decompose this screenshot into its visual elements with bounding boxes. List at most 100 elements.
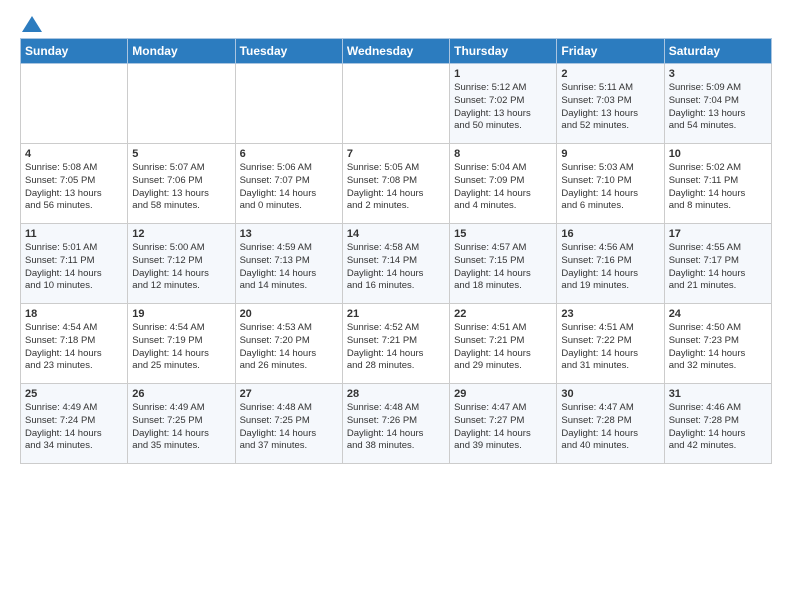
calendar-table: SundayMondayTuesdayWednesdayThursdayFrid… xyxy=(20,38,772,464)
day-number: 14 xyxy=(347,228,445,240)
day-number: 26 xyxy=(132,388,230,400)
calendar-cell: 29Sunrise: 4:47 AM Sunset: 7:27 PM Dayli… xyxy=(450,384,557,464)
day-info: Sunrise: 5:08 AM Sunset: 7:05 PM Dayligh… xyxy=(25,162,123,213)
weekday-header-row: SundayMondayTuesdayWednesdayThursdayFrid… xyxy=(21,39,772,64)
day-info: Sunrise: 4:48 AM Sunset: 7:26 PM Dayligh… xyxy=(347,402,445,453)
day-number: 25 xyxy=(25,388,123,400)
logo xyxy=(20,16,42,32)
calendar-cell: 27Sunrise: 4:48 AM Sunset: 7:25 PM Dayli… xyxy=(235,384,342,464)
calendar-cell: 8 Sunrise: 5:04 AM Sunset: 7:09 PM Daylig… xyxy=(450,144,557,224)
day-info: Sunrise: 4:51 AM Sunset: 7:21 PM Dayligh… xyxy=(454,322,552,373)
calendar-cell xyxy=(21,64,128,144)
day-info: Sunrise: 5:09 AM Sunset: 7:04 PM Dayligh… xyxy=(669,82,767,133)
calendar-week-5: 25Sunrise: 4:49 AM Sunset: 7:24 PM Dayli… xyxy=(21,384,772,464)
day-number: 24 xyxy=(669,308,767,320)
day-info: Sunrise: 5:05 AM Sunset: 7:08 PM Dayligh… xyxy=(347,162,445,213)
calendar-cell: 7 Sunrise: 5:05 AM Sunset: 7:08 PM Daylig… xyxy=(342,144,449,224)
day-number: 18 xyxy=(25,308,123,320)
calendar-cell: 26 Sunrise: 4:49 AM Sunset: 7:25 PM Dayli… xyxy=(128,384,235,464)
day-info: Sunrise: 4:57 AM Sunset: 7:15 PM Dayligh… xyxy=(454,242,552,293)
day-number: 23 xyxy=(561,308,659,320)
day-info: Sunrise: 5:01 AM Sunset: 7:11 PM Dayligh… xyxy=(25,242,123,293)
day-number: 28 xyxy=(347,388,445,400)
calendar-cell: 18 Sunrise: 4:54 AM Sunset: 7:18 PM Dayli… xyxy=(21,304,128,384)
logo-icon xyxy=(22,16,42,32)
day-number: 7 xyxy=(347,148,445,160)
day-number: 20 xyxy=(240,308,338,320)
calendar-cell: 24 Sunrise: 4:50 AM Sunset: 7:23 PM Dayli… xyxy=(664,304,771,384)
calendar-week-4: 18 Sunrise: 4:54 AM Sunset: 7:18 PM Dayli… xyxy=(21,304,772,384)
calendar-cell: 19 Sunrise: 4:54 AM Sunset: 7:19 PM Dayli… xyxy=(128,304,235,384)
day-info: Sunrise: 4:58 AM Sunset: 7:14 PM Dayligh… xyxy=(347,242,445,293)
calendar-week-3: 11 Sunrise: 5:01 AM Sunset: 7:11 PM Dayli… xyxy=(21,224,772,304)
calendar-cell: 11 Sunrise: 5:01 AM Sunset: 7:11 PM Dayli… xyxy=(21,224,128,304)
calendar-cell xyxy=(235,64,342,144)
calendar-cell: 31 Sunrise: 4:46 AM Sunset: 7:28 PM Dayli… xyxy=(664,384,771,464)
day-info: Sunrise: 4:51 AM Sunset: 7:22 PM Dayligh… xyxy=(561,322,659,373)
calendar-cell: 10 Sunrise: 5:02 AM Sunset: 7:11 PM Dayli… xyxy=(664,144,771,224)
day-number: 27 xyxy=(240,388,338,400)
calendar-cell: 5Sunrise: 5:07 AM Sunset: 7:06 PM Daylig… xyxy=(128,144,235,224)
day-info: Sunrise: 5:12 AM Sunset: 7:02 PM Dayligh… xyxy=(454,82,552,133)
day-info: Sunrise: 4:49 AM Sunset: 7:25 PM Dayligh… xyxy=(132,402,230,453)
calendar-week-1: 1 Sunrise: 5:12 AM Sunset: 7:02 PM Daylig… xyxy=(21,64,772,144)
day-info: Sunrise: 4:47 AM Sunset: 7:27 PM Dayligh… xyxy=(454,402,552,453)
day-info: Sunrise: 5:00 AM Sunset: 7:12 PM Dayligh… xyxy=(132,242,230,293)
day-info: Sunrise: 5:02 AM Sunset: 7:11 PM Dayligh… xyxy=(669,162,767,213)
calendar-cell: 9 Sunrise: 5:03 AM Sunset: 7:10 PM Daylig… xyxy=(557,144,664,224)
day-info: Sunrise: 4:50 AM Sunset: 7:23 PM Dayligh… xyxy=(669,322,767,373)
page: SundayMondayTuesdayWednesdayThursdayFrid… xyxy=(0,0,792,612)
day-number: 12 xyxy=(132,228,230,240)
day-number: 3 xyxy=(669,68,767,80)
weekday-header-wednesday: Wednesday xyxy=(342,39,449,64)
calendar-cell: 3 Sunrise: 5:09 AM Sunset: 7:04 PM Daylig… xyxy=(664,64,771,144)
calendar-cell xyxy=(128,64,235,144)
day-number: 6 xyxy=(240,148,338,160)
weekday-header-monday: Monday xyxy=(128,39,235,64)
calendar-cell: 1 Sunrise: 5:12 AM Sunset: 7:02 PM Daylig… xyxy=(450,64,557,144)
calendar-cell: 14 Sunrise: 4:58 AM Sunset: 7:14 PM Dayli… xyxy=(342,224,449,304)
day-number: 9 xyxy=(561,148,659,160)
calendar-cell: 25Sunrise: 4:49 AM Sunset: 7:24 PM Dayli… xyxy=(21,384,128,464)
day-number: 22 xyxy=(454,308,552,320)
day-number: 17 xyxy=(669,228,767,240)
weekday-header-saturday: Saturday xyxy=(664,39,771,64)
day-info: Sunrise: 4:46 AM Sunset: 7:28 PM Dayligh… xyxy=(669,402,767,453)
weekday-header-thursday: Thursday xyxy=(450,39,557,64)
day-number: 1 xyxy=(454,68,552,80)
calendar-cell: 4 Sunrise: 5:08 AM Sunset: 7:05 PM Daylig… xyxy=(21,144,128,224)
day-number: 10 xyxy=(669,148,767,160)
day-number: 19 xyxy=(132,308,230,320)
day-number: 21 xyxy=(347,308,445,320)
day-number: 30 xyxy=(561,388,659,400)
day-number: 31 xyxy=(669,388,767,400)
calendar-cell: 17 Sunrise: 4:55 AM Sunset: 7:17 PM Dayli… xyxy=(664,224,771,304)
header xyxy=(20,16,772,32)
day-number: 4 xyxy=(25,148,123,160)
day-info: Sunrise: 4:59 AM Sunset: 7:13 PM Dayligh… xyxy=(240,242,338,293)
calendar-cell: 21Sunrise: 4:52 AM Sunset: 7:21 PM Dayli… xyxy=(342,304,449,384)
calendar-cell: 12 Sunrise: 5:00 AM Sunset: 7:12 PM Dayli… xyxy=(128,224,235,304)
day-info: Sunrise: 5:03 AM Sunset: 7:10 PM Dayligh… xyxy=(561,162,659,213)
day-info: Sunrise: 5:07 AM Sunset: 7:06 PM Dayligh… xyxy=(132,162,230,213)
day-number: 8 xyxy=(454,148,552,160)
day-info: Sunrise: 4:47 AM Sunset: 7:28 PM Dayligh… xyxy=(561,402,659,453)
calendar-cell xyxy=(342,64,449,144)
day-info: Sunrise: 4:55 AM Sunset: 7:17 PM Dayligh… xyxy=(669,242,767,293)
weekday-header-sunday: Sunday xyxy=(21,39,128,64)
weekday-header-tuesday: Tuesday xyxy=(235,39,342,64)
day-info: Sunrise: 4:54 AM Sunset: 7:19 PM Dayligh… xyxy=(132,322,230,373)
calendar-cell: 16Sunrise: 4:56 AM Sunset: 7:16 PM Dayli… xyxy=(557,224,664,304)
day-number: 11 xyxy=(25,228,123,240)
day-info: Sunrise: 5:04 AM Sunset: 7:09 PM Dayligh… xyxy=(454,162,552,213)
calendar-cell: 6 Sunrise: 5:06 AM Sunset: 7:07 PM Daylig… xyxy=(235,144,342,224)
calendar-cell: 30 Sunrise: 4:47 AM Sunset: 7:28 PM Dayli… xyxy=(557,384,664,464)
day-info: Sunrise: 4:54 AM Sunset: 7:18 PM Dayligh… xyxy=(25,322,123,373)
calendar-cell: 22 Sunrise: 4:51 AM Sunset: 7:21 PM Dayli… xyxy=(450,304,557,384)
calendar-cell: 20Sunrise: 4:53 AM Sunset: 7:20 PM Dayli… xyxy=(235,304,342,384)
day-number: 15 xyxy=(454,228,552,240)
calendar-week-2: 4 Sunrise: 5:08 AM Sunset: 7:05 PM Daylig… xyxy=(21,144,772,224)
day-info: Sunrise: 5:06 AM Sunset: 7:07 PM Dayligh… xyxy=(240,162,338,213)
calendar-cell: 23 Sunrise: 4:51 AM Sunset: 7:22 PM Dayli… xyxy=(557,304,664,384)
weekday-header-friday: Friday xyxy=(557,39,664,64)
